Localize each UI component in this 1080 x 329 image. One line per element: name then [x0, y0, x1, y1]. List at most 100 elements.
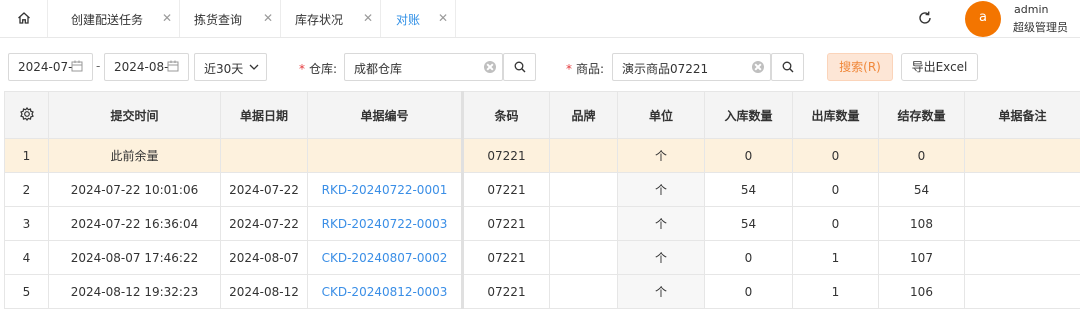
range-select[interactable]: 近30天 [194, 53, 267, 81]
warehouse-search-button[interactable] [503, 53, 536, 81]
row-index: 4 [4, 240, 49, 275]
cell-brand [549, 240, 618, 275]
product-search-button[interactable] [771, 53, 804, 81]
table-header-row: 提交时间 单据日期 单据编号 条码 品牌 单位 入库数量 出库数量 结存数量 单… [4, 91, 1080, 139]
cell-doc-number [307, 138, 464, 173]
cell-balance-qty: 107 [878, 240, 965, 275]
product-value: 演示商品07221 [622, 62, 709, 76]
table-row[interactable]: 2 2024-07-22 10:01:06 2024-07-22 RKD-202… [4, 172, 1080, 207]
table-row[interactable]: 3 2024-07-22 16:36:04 2024-07-22 RKD-202… [4, 206, 1080, 241]
row-index: 3 [4, 206, 49, 241]
column-header[interactable]: 结存数量 [878, 91, 965, 139]
date-to-value: 2024-08- [114, 60, 169, 74]
cell-out-qty: 0 [792, 206, 879, 241]
cell-out-qty: 0 [792, 172, 879, 207]
cell-remark [964, 172, 1080, 207]
tab-bar: 创建配送任务 ✕ 拣货查询 ✕ 库存状况 ✕ 对账 ✕ a admin 超级管理… [0, 0, 1080, 38]
cell-remark [964, 240, 1080, 275]
table-row[interactable]: 5 2024-08-12 19:32:23 2024-08-12 CKD-202… [4, 274, 1080, 309]
cell-doc-date: 2024-08-07 [220, 240, 308, 275]
tab-label: 库存状况 [295, 13, 344, 27]
cell-submit-time: 此前余量 [48, 138, 221, 173]
cell-in-qty: 54 [704, 206, 793, 241]
cell-remark [964, 206, 1080, 241]
column-header[interactable]: 入库数量 [704, 91, 793, 139]
cell-brand [549, 138, 618, 173]
column-header[interactable]: 单据备注 [964, 91, 1080, 139]
chevron-down-icon [249, 64, 259, 70]
close-icon[interactable]: ✕ [438, 11, 448, 25]
cell-in-qty: 54 [704, 172, 793, 207]
calendar-icon [71, 60, 83, 72]
tab-picking-query[interactable]: 拣货查询 ✕ [180, 0, 281, 37]
doc-number-link[interactable]: CKD-20240807-0002 [307, 240, 464, 275]
tab-reconciliation[interactable]: 对账 ✕ [381, 0, 456, 37]
cell-barcode: 07221 [462, 240, 550, 275]
cell-balance-qty: 108 [878, 206, 965, 241]
column-header[interactable]: 品牌 [549, 91, 618, 139]
doc-number-link[interactable]: CKD-20240812-0003 [307, 274, 464, 309]
doc-number-link[interactable]: RKD-20240722-0001 [307, 172, 464, 207]
home-icon [18, 12, 30, 24]
search-button[interactable]: 搜索(R) [827, 53, 893, 81]
table-row[interactable]: 4 2024-08-07 17:46:22 2024-08-07 CKD-202… [4, 240, 1080, 275]
date-from-value: 2024-07- [18, 60, 73, 74]
date-range-separator: - [96, 59, 101, 73]
cell-brand [549, 274, 618, 309]
search-icon [782, 61, 794, 73]
cell-balance-qty: 0 [878, 138, 965, 173]
tab-home[interactable] [0, 0, 48, 37]
column-header[interactable]: 单位 [617, 91, 705, 139]
cell-remark [964, 138, 1080, 173]
filter-bar: 2024-07- - 2024-08- 近30天 * 仓库: 成都仓库 * 商品… [0, 38, 1080, 91]
refresh-icon[interactable] [917, 10, 933, 26]
warehouse-label: * 仓库: [299, 62, 338, 76]
user-name[interactable]: admin [1014, 3, 1048, 16]
cell-unit: 个 [617, 240, 705, 275]
cell-submit-time: 2024-07-22 16:36:04 [48, 206, 221, 241]
column-header[interactable]: 出库数量 [792, 91, 879, 139]
row-index: 1 [4, 138, 49, 173]
cell-barcode: 07221 [462, 206, 550, 241]
close-icon[interactable]: ✕ [162, 11, 172, 25]
export-excel-button[interactable]: 导出Excel [901, 53, 978, 81]
column-settings[interactable] [4, 91, 49, 139]
column-header[interactable]: 单据编号 [307, 91, 464, 139]
product-input[interactable]: 演示商品07221 [612, 53, 771, 81]
cell-in-qty: 0 [704, 138, 793, 173]
row-index: 2 [4, 172, 49, 207]
column-header[interactable]: 提交时间 [48, 91, 221, 139]
column-header[interactable]: 单据日期 [220, 91, 308, 139]
cell-unit: 个 [617, 274, 705, 309]
close-icon[interactable]: ✕ [263, 11, 273, 25]
reconciliation-table: 提交时间 单据日期 单据编号 条码 品牌 单位 入库数量 出库数量 结存数量 单… [4, 91, 1080, 329]
product-label: * 商品: [566, 62, 605, 76]
cell-submit-time: 2024-08-12 19:32:23 [48, 274, 221, 309]
cell-doc-date: 2024-07-22 [220, 172, 308, 207]
cell-in-qty: 0 [704, 274, 793, 309]
clear-icon[interactable] [752, 61, 764, 73]
doc-number-link[interactable]: RKD-20240722-0003 [307, 206, 464, 241]
clear-icon[interactable] [484, 61, 496, 73]
avatar[interactable]: a [965, 1, 1001, 37]
cell-balance-qty: 54 [878, 172, 965, 207]
cell-brand [549, 172, 618, 207]
row-index: 5 [4, 274, 49, 309]
column-header[interactable]: 条码 [462, 91, 550, 139]
tab-label: 对账 [396, 13, 421, 27]
tab-inventory-status[interactable]: 库存状况 ✕ [281, 0, 381, 37]
gear-icon[interactable] [19, 106, 35, 122]
tab-create-delivery[interactable]: 创建配送任务 ✕ [48, 0, 180, 37]
cell-barcode: 07221 [462, 172, 550, 207]
cell-out-qty: 1 [792, 274, 879, 309]
cell-balance-qty: 106 [878, 274, 965, 309]
warehouse-input[interactable]: 成都仓库 [344, 53, 503, 81]
date-to-picker[interactable]: 2024-08- [104, 53, 189, 81]
table-row[interactable]: 1 此前余量 07221 个 0 0 0 [4, 138, 1080, 173]
cell-submit-time: 2024-07-22 10:01:06 [48, 172, 221, 207]
cell-barcode: 07221 [462, 274, 550, 309]
date-from-picker[interactable]: 2024-07- [8, 53, 93, 81]
close-icon[interactable]: ✕ [363, 11, 373, 25]
cell-out-qty: 0 [792, 138, 879, 173]
cell-unit: 个 [617, 172, 705, 207]
